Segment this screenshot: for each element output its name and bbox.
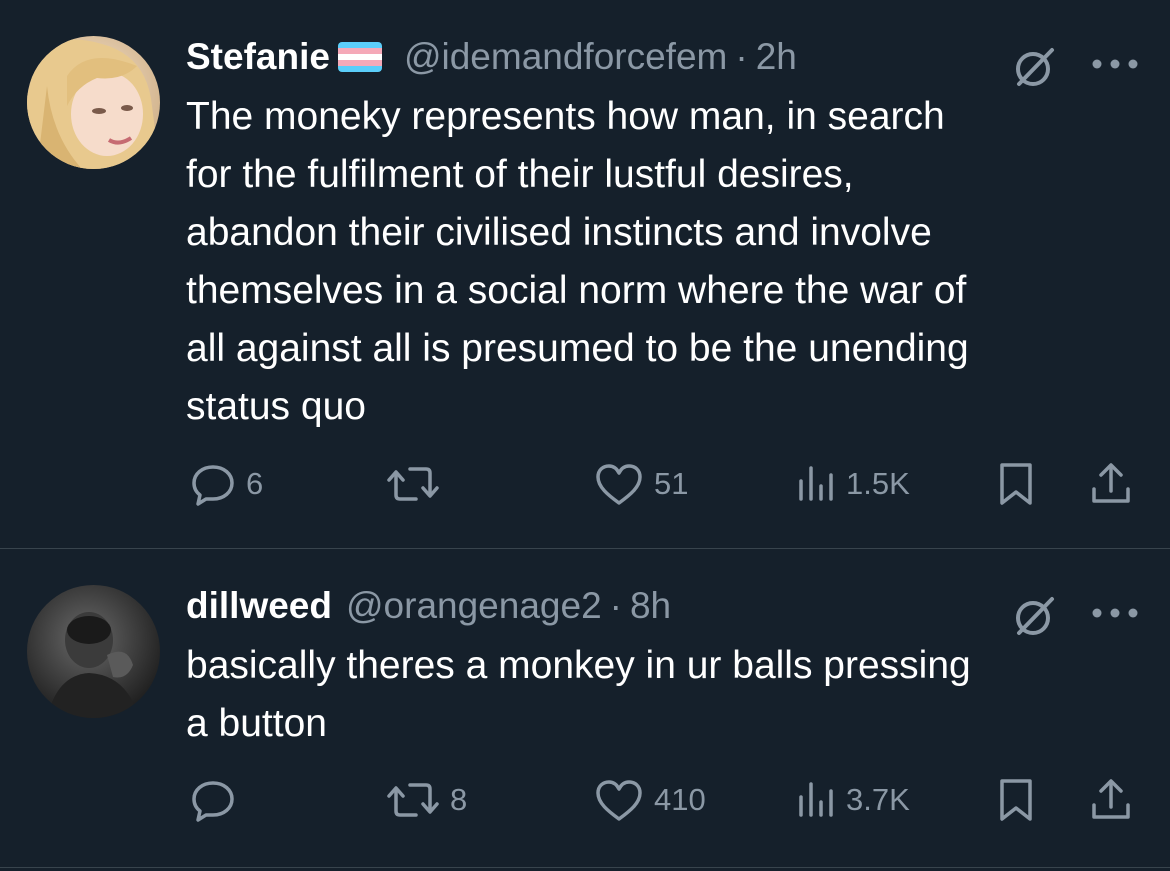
avatar[interactable] (27, 36, 160, 169)
tweet[interactable]: Stefanie @idemandforcefem · 2h The monek… (0, 0, 1170, 549)
retweet-count: 8 (450, 782, 468, 817)
grok-icon[interactable] (1012, 46, 1056, 90)
avatar[interactable] (27, 585, 160, 718)
grok-icon[interactable] (1012, 595, 1056, 639)
like-button[interactable]: 51 (594, 459, 688, 509)
separator-dot: · (609, 585, 622, 626)
reply-button[interactable] (190, 775, 246, 825)
bookmark-button[interactable] (996, 775, 1036, 825)
tweet[interactable]: dillweed @orangenage2 · 8h basically the… (0, 549, 1170, 868)
bookmark-icon (996, 777, 1036, 823)
reply-button[interactable]: 6 (190, 459, 263, 509)
share-button[interactable] (1088, 459, 1134, 509)
trans-flag-icon (337, 42, 382, 72)
like-button[interactable]: 410 (594, 775, 706, 825)
separator-dot: · (735, 36, 748, 77)
like-count: 51 (654, 466, 689, 501)
user-handle[interactable]: @idemandforcefem (404, 36, 727, 78)
more-icon[interactable] (1088, 54, 1142, 74)
user-handle[interactable]: @orangenage2 (346, 585, 602, 627)
views-icon (796, 461, 836, 507)
retweet-button[interactable]: 8 (386, 775, 467, 825)
retweet-icon (386, 461, 440, 507)
tweet-text: basically theres a monkey in ur balls pr… (186, 644, 971, 745)
retweet-button[interactable] (386, 459, 450, 509)
like-icon (594, 461, 644, 507)
bookmark-icon (996, 461, 1036, 507)
tweet-header: Stefanie @idemandforcefem · 2h (186, 32, 797, 82)
tweet-actions: 8 410 3.7K (0, 775, 1170, 825)
like-icon (594, 777, 644, 823)
more-icon[interactable] (1088, 603, 1142, 623)
views-count: 3.7K (846, 782, 910, 817)
reply-icon (190, 461, 236, 507)
views-count: 1.5K (846, 466, 910, 501)
display-name[interactable]: dillweed (186, 585, 332, 627)
timestamp[interactable]: 8h (630, 585, 671, 627)
timestamp[interactable]: 2h (756, 36, 797, 78)
tweet-header: dillweed @orangenage2 · 8h (186, 581, 671, 631)
views-button[interactable]: 3.7K (796, 775, 910, 825)
views-button[interactable]: 1.5K (796, 459, 910, 509)
retweet-icon (386, 777, 440, 823)
like-count: 410 (654, 782, 706, 817)
tweet-text: The moneky represents how man, in search… (186, 95, 969, 428)
share-icon (1088, 461, 1134, 507)
reply-icon (190, 777, 236, 823)
reply-count: 6 (246, 466, 264, 501)
share-button[interactable] (1088, 775, 1134, 825)
views-icon (796, 777, 836, 823)
share-icon (1088, 777, 1134, 823)
tweet-actions: 6 51 1.5K (0, 459, 1170, 509)
bookmark-button[interactable] (996, 459, 1036, 509)
display-name[interactable]: Stefanie (186, 36, 330, 78)
